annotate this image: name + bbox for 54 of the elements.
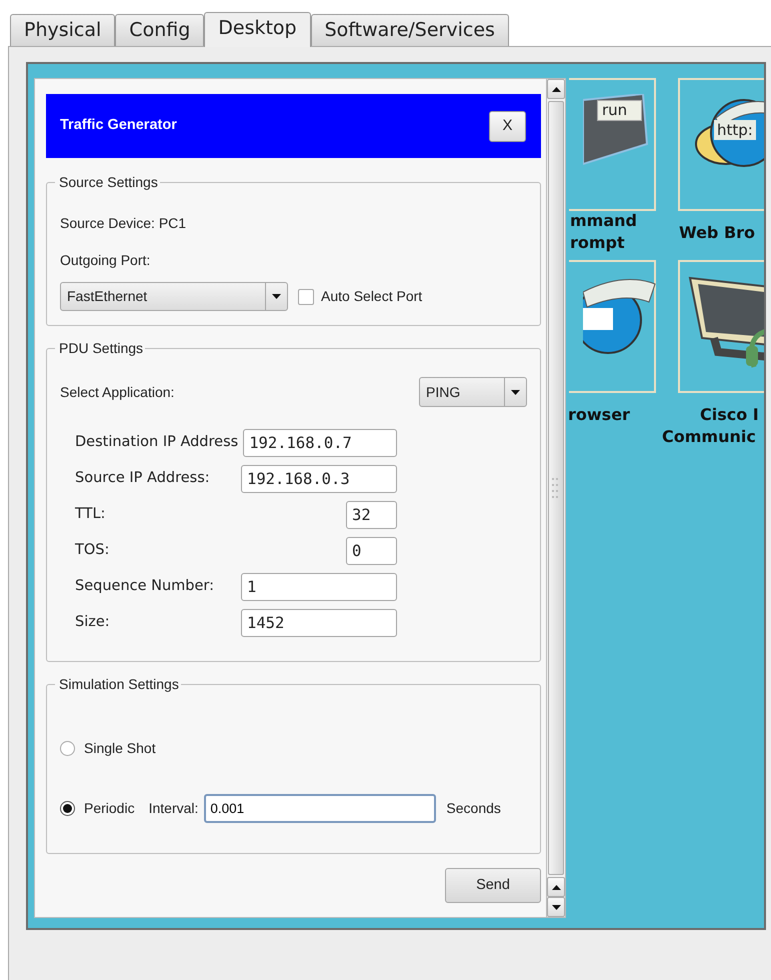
application-label: Select Application: [60,382,174,402]
icon-label: Cisco I [700,404,759,426]
input-field[interactable]: 1 [241,573,397,601]
desktop-icon-tile[interactable] [569,260,656,393]
caret-icon [552,904,560,910]
icon-label: Communic [662,426,756,448]
input-field[interactable]: 32 [346,501,397,529]
field-label: Sequence Number: [75,577,216,596]
icon-label: Web Bro [679,222,756,244]
input-field[interactable]: 0 [346,537,397,565]
field-label: TOS: [75,541,110,560]
unit-label: Seconds [446,798,501,818]
interval-label: Interval: [148,798,198,818]
desktop-icon-tile[interactable] [678,260,764,393]
up-arrow-icon [552,884,560,890]
input-field[interactable]: 192.168.0.7 [243,429,397,457]
checkbox[interactable] [298,288,314,304]
caret-icon [272,294,281,299]
port-dropdown[interactable]: FastEthernet [60,282,288,311]
field-label: Size: [75,613,111,632]
scrollbar[interactable] [546,79,565,917]
tab[interactable]: Config [115,14,204,46]
desktop-icon-tile[interactable]: http: [678,78,764,211]
icon-label: mmand [570,210,637,232]
icon-label: rowser [568,404,630,426]
desktop-icon-tile[interactable]: run [569,78,656,211]
application-dropdown[interactable]: PING [419,377,527,407]
port-label: Outgoing Port: [60,251,150,270]
tab[interactable]: Desktop [204,12,311,47]
radio-label: Periodic [84,798,135,818]
tab[interactable]: Software/Services [310,14,509,46]
up-arrow-icon [552,86,560,92]
close-button[interactable]: X [489,110,526,142]
input-field[interactable]: 192.168.0.3 [241,465,397,493]
send-button[interactable]: Send [445,868,541,903]
field-label: TTL: [75,505,106,524]
input-field[interactable]: 1452 [241,609,397,637]
interval-field[interactable]: 0.001 [204,794,436,822]
caret-icon [511,390,520,394]
scroll-thumb[interactable] [548,101,564,875]
scroll-down-button[interactable] [547,897,565,917]
window-title: Traffic Generator [60,116,177,136]
source-device-label: Source Device: PC1 [60,214,186,233]
radio-button[interactable] [60,800,75,816]
icon-label: rompt [570,232,625,254]
field-label: Destination IP Address [75,433,240,452]
radio-label: Single Shot [84,738,156,758]
checkbox-label: Auto Select Port [321,287,422,306]
grip-icon [551,476,561,500]
scroll-up-button[interactable] [547,877,565,897]
field-label: Source IP Address: [75,469,211,488]
radio-button[interactable] [60,740,75,756]
tab[interactable]: Physical [10,14,116,46]
scroll-up-button[interactable] [547,79,565,99]
